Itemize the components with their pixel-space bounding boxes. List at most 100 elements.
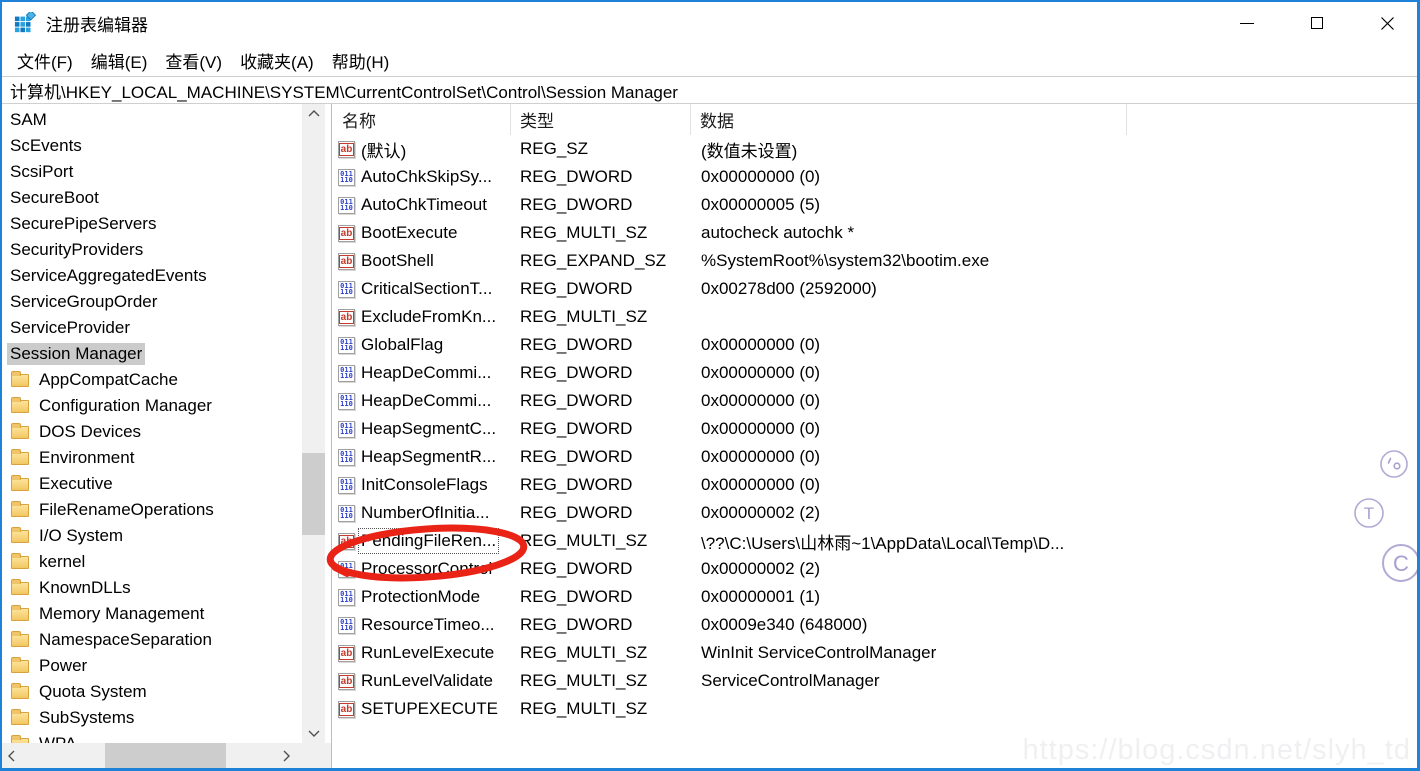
tree-item-label: Environment bbox=[36, 447, 137, 469]
tree-item-dos-devices[interactable]: DOS Devices bbox=[2, 419, 301, 445]
menu-item-e[interactable]: 编辑(E) bbox=[82, 45, 157, 76]
value-type: REG_DWORD bbox=[511, 555, 691, 583]
tree-item-knowndlls[interactable]: KnownDLLs bbox=[2, 575, 301, 601]
table-row-runlevelvalidate[interactable]: abRunLevelValidateREG_MULTI_SZServiceCon… bbox=[333, 667, 1417, 695]
tree-item-secureboot[interactable]: SecureBoot bbox=[2, 185, 301, 211]
table-row-autochkskipsy[interactable]: 011110AutoChkSkipSy...REG_DWORD0x0000000… bbox=[333, 163, 1417, 191]
tree-item-servicegrouporder[interactable]: ServiceGroupOrder bbox=[2, 289, 301, 315]
value-type: REG_EXPAND_SZ bbox=[511, 247, 691, 275]
value-name-cell: 011110InitConsoleFlags bbox=[333, 471, 511, 499]
tree-item-label: Quota System bbox=[36, 681, 150, 703]
value-data: 0x00000000 (0) bbox=[691, 387, 1127, 415]
table-row-bootshell[interactable]: abBootShellREG_EXPAND_SZ%SystemRoot%\sys… bbox=[333, 247, 1417, 275]
tree-item-environment[interactable]: Environment bbox=[2, 445, 301, 471]
scroll-left-icon[interactable] bbox=[2, 743, 21, 768]
folder-icon bbox=[11, 634, 29, 647]
folder-icon bbox=[11, 400, 29, 413]
column-header-name[interactable]: 名称 bbox=[333, 104, 511, 135]
scroll-down-icon[interactable] bbox=[302, 724, 325, 743]
tree-item-executive[interactable]: Executive bbox=[2, 471, 301, 497]
maximize-button[interactable] bbox=[1301, 2, 1333, 44]
table-row-[interactable]: ab(默认)REG_SZ(数值未设置) bbox=[333, 135, 1417, 163]
table-row-resourcetimeo[interactable]: 011110ResourceTimeo...REG_DWORD0x0009e34… bbox=[333, 611, 1417, 639]
value-name: HeapDeCommi... bbox=[361, 363, 491, 383]
values-panel: 名称 类型 数据 ab(默认)REG_SZ(数值未设置)011110AutoCh… bbox=[333, 104, 1417, 768]
tree-item-label: SAM bbox=[7, 109, 50, 131]
dword-value-icon: 011110 bbox=[338, 477, 355, 494]
tree-item-memory-management[interactable]: Memory Management bbox=[2, 601, 301, 627]
value-name: ProcessorControl bbox=[361, 559, 492, 579]
scroll-right-icon[interactable] bbox=[277, 743, 296, 768]
tree-horizontal-scrollbar[interactable] bbox=[2, 743, 332, 768]
table-row-autochktimeout[interactable]: 011110AutoChkTimeoutREG_DWORD0x00000005 … bbox=[333, 191, 1417, 219]
vertical-scroll-thumb[interactable] bbox=[302, 453, 325, 535]
dword-value-icon: 011110 bbox=[338, 449, 355, 466]
value-type: REG_MULTI_SZ bbox=[511, 639, 691, 667]
scroll-up-icon[interactable] bbox=[302, 104, 325, 123]
table-row-protectionmode[interactable]: 011110ProtectionModeREG_DWORD0x00000001 … bbox=[333, 583, 1417, 611]
tree-item-power[interactable]: Power bbox=[2, 653, 301, 679]
tree-item-session-manager[interactable]: Session Manager bbox=[2, 341, 301, 367]
main-area: SAMScEventsScsiPortSecureBootSecurePipeS… bbox=[2, 104, 1417, 768]
table-row-setupexecute[interactable]: abSETUPEXECUTEREG_MULTI_SZ bbox=[333, 695, 1417, 723]
tree-item-scevents[interactable]: ScEvents bbox=[2, 133, 301, 159]
tree-item-label: kernel bbox=[36, 551, 88, 573]
table-row-runlevelexecute[interactable]: abRunLevelExecuteREG_MULTI_SZWinInit Ser… bbox=[333, 639, 1417, 667]
table-row-excludefromkn[interactable]: abExcludeFromKn...REG_MULTI_SZ bbox=[333, 303, 1417, 331]
tree-item-serviceaggregatedevents[interactable]: ServiceAggregatedEvents bbox=[2, 263, 301, 289]
tree-item-configuration-manager[interactable]: Configuration Manager bbox=[2, 393, 301, 419]
column-header-type[interactable]: 类型 bbox=[511, 104, 691, 135]
value-name: (默认) bbox=[361, 137, 406, 162]
string-value-icon: ab bbox=[338, 309, 355, 326]
table-row-criticalsectiont[interactable]: 011110CriticalSectionT...REG_DWORD0x0027… bbox=[333, 275, 1417, 303]
tree-item-appcompatcache[interactable]: AppCompatCache bbox=[2, 367, 301, 393]
tree-item-label: ServiceAggregatedEvents bbox=[7, 265, 210, 287]
table-row-heapdecommi[interactable]: 011110HeapDeCommi...REG_DWORD0x00000000 … bbox=[333, 387, 1417, 415]
tree-item-i-o-system[interactable]: I/O System bbox=[2, 523, 301, 549]
maximize-icon bbox=[1311, 17, 1323, 29]
horizontal-scroll-thumb[interactable] bbox=[105, 743, 226, 768]
dword-value-icon: 011110 bbox=[338, 393, 355, 410]
value-data: 0x00278d00 (2592000) bbox=[691, 275, 1127, 303]
table-row-initconsoleflags[interactable]: 011110InitConsoleFlagsREG_DWORD0x0000000… bbox=[333, 471, 1417, 499]
table-row-globalflag[interactable]: 011110GlobalFlagREG_DWORD0x00000000 (0) bbox=[333, 331, 1417, 359]
tree-item-scsiport[interactable]: ScsiPort bbox=[2, 159, 301, 185]
value-type: REG_MULTI_SZ bbox=[511, 219, 691, 247]
table-row-processorcontrol[interactable]: 011110ProcessorControlREG_DWORD0x0000000… bbox=[333, 555, 1417, 583]
table-row-heapsegmentc[interactable]: 011110HeapSegmentC...REG_DWORD0x00000000… bbox=[333, 415, 1417, 443]
value-name: ProtectionMode bbox=[361, 587, 480, 607]
tree-vertical-scrollbar[interactable] bbox=[302, 104, 325, 743]
menu-item-a[interactable]: 收藏夹(A) bbox=[231, 45, 323, 76]
menu-item-f[interactable]: 文件(F) bbox=[8, 45, 82, 76]
value-data: ServiceControlManager bbox=[691, 667, 1127, 695]
menu-item-v[interactable]: 查看(V) bbox=[156, 45, 231, 76]
table-row-numberofinitia[interactable]: 011110NumberOfInitia...REG_DWORD0x000000… bbox=[333, 499, 1417, 527]
tree-item-sam[interactable]: SAM bbox=[2, 107, 301, 133]
table-row-bootexecute[interactable]: abBootExecuteREG_MULTI_SZautocheck autoc… bbox=[333, 219, 1417, 247]
tree-item-subsystems[interactable]: SubSystems bbox=[2, 705, 301, 731]
tree-item-serviceprovider[interactable]: ServiceProvider bbox=[2, 315, 301, 341]
column-header-data[interactable]: 数据 bbox=[691, 104, 1127, 135]
value-name-cell: 011110HeapDeCommi... bbox=[333, 387, 511, 415]
tree-item-namespaceseparation[interactable]: NamespaceSeparation bbox=[2, 627, 301, 653]
tree-item-kernel[interactable]: kernel bbox=[2, 549, 301, 575]
tree-item-quota-system[interactable]: Quota System bbox=[2, 679, 301, 705]
tree: SAMScEventsScsiPortSecureBootSecurePipeS… bbox=[2, 107, 301, 757]
tree-item-securepipeservers[interactable]: SecurePipeServers bbox=[2, 211, 301, 237]
dword-value-icon: 011110 bbox=[338, 561, 355, 578]
minimize-button[interactable] bbox=[1231, 2, 1263, 44]
tree-item-filerenameoperations[interactable]: FileRenameOperations bbox=[2, 497, 301, 523]
table-row-heapsegmentr[interactable]: 011110HeapSegmentR...REG_DWORD0x00000000… bbox=[333, 443, 1417, 471]
value-data: 0x00000000 (0) bbox=[691, 331, 1127, 359]
tree-item-securityproviders[interactable]: SecurityProviders bbox=[2, 237, 301, 263]
table-row-heapdecommi[interactable]: 011110HeapDeCommi...REG_DWORD0x00000000 … bbox=[333, 359, 1417, 387]
value-data: 0x00000005 (5) bbox=[691, 191, 1127, 219]
folder-icon bbox=[11, 712, 29, 725]
close-button[interactable] bbox=[1371, 2, 1403, 44]
folder-icon bbox=[11, 530, 29, 543]
value-data: WinInit ServiceControlManager bbox=[691, 639, 1127, 667]
menu-item-h[interactable]: 帮助(H) bbox=[323, 45, 399, 76]
value-name: RunLevelExecute bbox=[361, 643, 494, 663]
table-row-pendingfileren[interactable]: abPendingFileRen...REG_MULTI_SZ\??\C:\Us… bbox=[333, 527, 1417, 555]
address-bar[interactable]: 计算机\HKEY_LOCAL_MACHINE\SYSTEM\CurrentCon… bbox=[2, 76, 1417, 104]
